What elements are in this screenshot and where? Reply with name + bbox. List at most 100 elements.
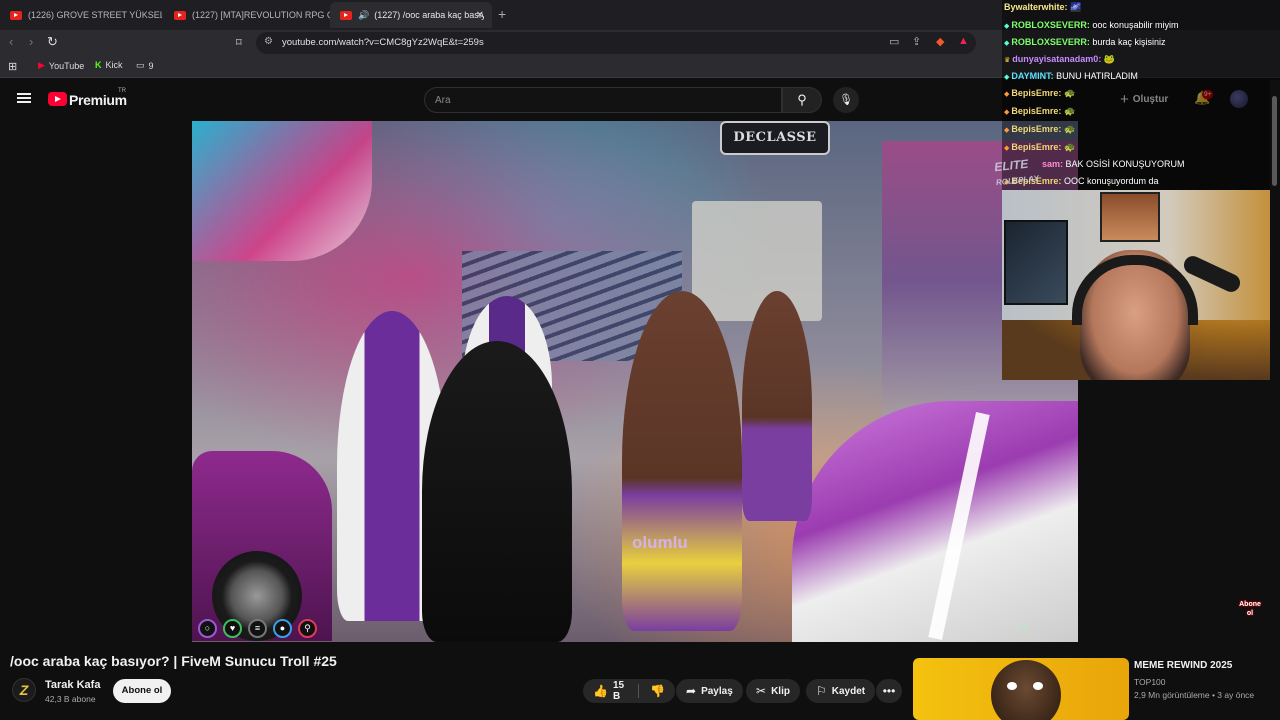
scissors-icon: ✂ [756, 684, 767, 698]
premium-wordmark[interactable]: Premium [69, 92, 127, 108]
badge-icon: ◆ [1004, 74, 1010, 81]
share-button[interactable]: ➦ Paylaş [676, 679, 743, 703]
region-code: TR [118, 88, 126, 94]
chat-message: ◆ ROBLOXSEVERR: ooc konuşabilir miyim [1004, 20, 1179, 30]
streamer-webcam [1002, 190, 1280, 380]
like-divider [638, 684, 639, 698]
tab-revolution-rpg[interactable]: (1227) [MTA]REVOLUTION RPG ÇETE [164, 2, 330, 28]
site-settings-icon[interactable]: ⚙ [264, 36, 273, 47]
youtube-favicon-icon [10, 10, 22, 20]
voice-search-button[interactable]: 🎙 [833, 87, 859, 113]
bookmark-folder[interactable]: ▭ 9 [136, 60, 154, 71]
badge-icon: ◆ [1004, 91, 1010, 98]
tab-grove-street[interactable]: (1226) GROVE STREET YÜKSELİYOR [0, 2, 162, 28]
close-tab-icon[interactable]: ✕ [476, 10, 484, 21]
badge-icon: ◆ [1004, 40, 1010, 47]
run-icon: ⚲ [298, 619, 317, 638]
garage-door [692, 201, 822, 321]
clip-button[interactable]: ✂ Klip [746, 679, 800, 703]
youtube-icon: ▶ [38, 60, 45, 70]
youtube-favicon-icon [174, 10, 186, 20]
thumbnail-face [991, 660, 1061, 720]
chat-message: Bywalterwhite: 🌌 [1004, 2, 1082, 12]
chat-message: ◆ BepisEmre: 🐢 [1004, 106, 1076, 116]
youtube-logo-icon[interactable] [48, 92, 67, 106]
channel-avatar[interactable]: Z [12, 678, 36, 702]
declasse-sign: DECLASSE [720, 121, 830, 155]
chat-message: ◆ BepisEmre: 🐢 [1004, 142, 1076, 152]
emote-icon: 🐸 [1103, 54, 1116, 64]
channel-name[interactable]: Tarak Kafa [45, 679, 100, 691]
apps-grid-icon[interactable]: ⊞ [8, 60, 17, 73]
recommended-thumbnail[interactable] [913, 658, 1129, 720]
brave-shield-icon[interactable]: ◆ [936, 35, 944, 48]
crown-icon: ♛ [1004, 57, 1011, 64]
forward-icon[interactable]: › [29, 34, 33, 49]
new-tab-icon[interactable]: + [498, 6, 506, 22]
bookmark-page-icon[interactable]: ⌑ [236, 36, 242, 49]
video-player[interactable]: DECLASSE olumlu ○ ♥ ≡ ● ⚲ ● ● [192, 121, 1078, 642]
like-dislike-group: 👍 15 B 👎 [583, 679, 675, 703]
game-watermark: ● ● [1017, 626, 1028, 633]
chat-message: ◆ ROBLOXSEVERR: burda kaç kişisiniz [1004, 37, 1166, 47]
chat-message: ◆ DAYMINT: BUNU HATIRLADIM [1004, 71, 1138, 81]
like-icon[interactable]: 👍 [593, 684, 608, 698]
character-shirtless-2 [742, 291, 812, 521]
like-count[interactable]: 15 B [613, 680, 629, 702]
wall-poster [1100, 192, 1160, 242]
thumbnail-eye [1007, 682, 1017, 690]
more-icon: ••• [882, 684, 896, 698]
recommended-title[interactable]: MEME REWIND 2025 [1134, 660, 1232, 671]
back-icon[interactable]: ‹ [9, 34, 13, 49]
reload-icon[interactable]: ↻ [47, 34, 58, 50]
emote-icon: 🐢 [1063, 106, 1076, 116]
emote-icon: 🐢 [1063, 124, 1076, 134]
search-icon: ⚲ [797, 92, 807, 107]
kick-icon: K [95, 60, 102, 70]
chat-message: ◆ BepisEmre: 🐢 [1004, 88, 1076, 98]
subscribe-button[interactable]: Abone ol [113, 679, 171, 703]
page-scrollbar[interactable] [1270, 80, 1280, 720]
speaker-icon[interactable]: 🔊 [358, 10, 369, 21]
share-icon: ➦ [686, 684, 697, 698]
bookmark-kick[interactable]: K Kick [95, 60, 123, 70]
search-input[interactable]: Ara [424, 87, 782, 113]
address-bar[interactable]: ⚙ youtube.com/watch?v=CMC8gYz2WqE&t=259s [256, 32, 976, 54]
emote-icon: 🌌 [1070, 2, 1082, 12]
roleplay-watermark: ELITE ROLEPLAY [993, 156, 1040, 188]
subscribe-sticker: Abone ol [1239, 601, 1261, 617]
more-actions-button[interactable]: ••• [876, 679, 902, 703]
chat-message: ♛ dunyayisatanadam0: 🐸 [1004, 54, 1116, 64]
folder-icon: ▭ [136, 60, 145, 70]
microphone-icon: 🎙 [839, 94, 853, 106]
dislike-icon[interactable]: 👎 [650, 684, 665, 698]
circle-icon: ○ [198, 619, 217, 638]
cast-icon[interactable]: ▭ [889, 35, 899, 48]
food-icon: ≡ [248, 619, 267, 638]
bookmark-youtube[interactable]: ▶ YouTube [38, 60, 84, 71]
character-black-jacket [422, 341, 572, 642]
recommended-meta: 2,9 Mn görüntüleme • 3 ay önce [1134, 690, 1255, 700]
chat-message: sam: BAK OSİSİ KONUŞUYORUM [1042, 159, 1185, 169]
chat-message: ◆ BepisEmre: 🐢 [1004, 124, 1076, 134]
wall-poster [1004, 220, 1068, 305]
search-button[interactable]: ⚲ [782, 87, 822, 113]
bookmark-icon: ⚐ [816, 684, 827, 698]
badge-icon: ◆ [1004, 23, 1010, 30]
save-button[interactable]: ⚐ Kaydet [806, 679, 876, 703]
emote-icon: 🐢 [1063, 88, 1076, 98]
share-page-icon[interactable]: ⇪ [912, 35, 921, 48]
thumbnail-eye [1033, 682, 1043, 690]
tab-current-video[interactable]: 🔊 (1227) /ooc araba kaç basıyor ✕ [330, 2, 492, 28]
stream-chat-overlay: Bywalterwhite: 🌌 ◆ ROBLOXSEVERR: ooc konu… [1002, 0, 1280, 190]
menu-icon[interactable] [17, 93, 31, 103]
rewards-icon[interactable]: ▲ [958, 35, 969, 47]
heart-icon: ♥ [223, 619, 242, 638]
recommended-channel[interactable]: TOP100 [1134, 677, 1166, 687]
badge-icon: ◆ [1004, 109, 1010, 116]
youtube-favicon-icon [340, 10, 352, 20]
character-shirtless [622, 291, 742, 631]
emote-icon: 🐢 [1063, 142, 1076, 152]
video-title: /ooc araba kaç basıyor? | FiveM Sunucu T… [10, 653, 337, 669]
water-icon: ● [273, 619, 292, 638]
